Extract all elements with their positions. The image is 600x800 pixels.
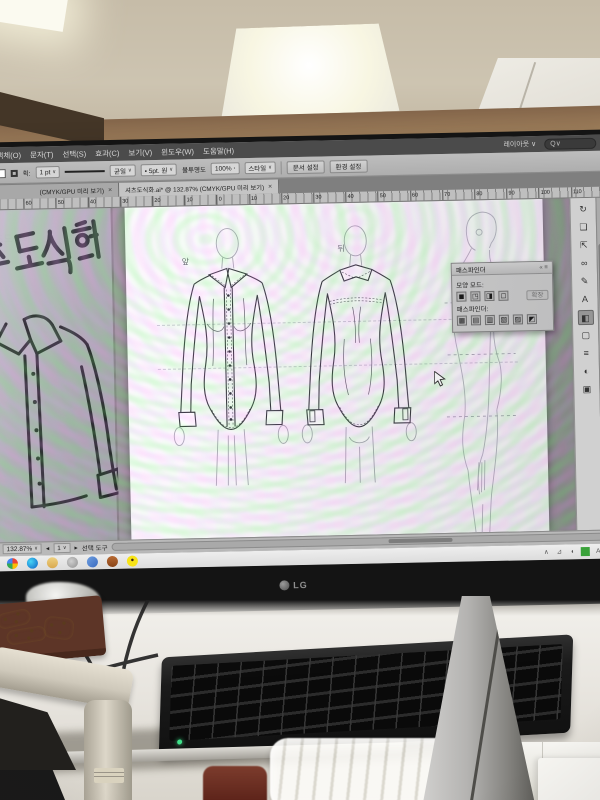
desk-lamp-column — [84, 700, 132, 800]
lg-logo: LG — [279, 580, 308, 591]
white-box — [538, 758, 600, 800]
menu-object[interactable]: 객체(O) — [0, 149, 21, 161]
back-flat-drawing — [295, 220, 421, 487]
cookie — [43, 615, 75, 640]
photo-of-monitor-scene: 객체(O) 문자(T) 선택(S) 효과(C) 보기(V) 윈도우(W) 도움말(H) 레이… — [0, 0, 600, 800]
pathfinder-panel-title: 패스파인더 — [456, 264, 486, 275]
intersect-button[interactable]: ◨ — [484, 291, 494, 301]
lg-logo-text: LG — [293, 580, 308, 590]
hand-drawn-shirt-sketch — [0, 294, 119, 516]
opacity-label: 불투명도 — [182, 164, 206, 174]
kakaotalk-icon[interactable]: ● — [127, 555, 138, 566]
front-view-label: 앞 — [182, 256, 190, 267]
artboard-nav-next-icon[interactable]: ▸ — [74, 544, 77, 552]
red-box — [203, 766, 267, 800]
illustrator-window: 객체(O) 문자(T) 선택(S) 효과(C) 보기(V) 윈도우(W) 도움말(H) 레이… — [0, 135, 600, 572]
properties-panel-icon[interactable]: ↻ — [575, 202, 591, 217]
width-profile-select[interactable]: 균일∨ — [110, 164, 136, 177]
variable-width-preview — [65, 170, 105, 173]
export-panel-icon[interactable]: ⇱ — [576, 238, 592, 253]
menu-view[interactable]: 보기(V) — [128, 147, 152, 158]
chrome-icon[interactable] — [7, 558, 18, 569]
dock-icons: ↻ ❏ ⇱ ∞ ✎ A ◧ ▢ ≡ ◐ ▣ — [575, 202, 595, 397]
menu-help[interactable]: 도움말(H) — [203, 145, 234, 157]
tray-ime-icon[interactable]: A — [594, 547, 600, 556]
pathfinder-panel: 패스파인더 « ≡ 모양 모드: ◼ ◳ ◨ ◻ 확장 패스파인더: ▦ ▤ ▥ ▧ ▨ ◩ — [451, 261, 554, 333]
folder-icon[interactable] — [47, 557, 58, 568]
desk — [0, 600, 600, 800]
cookie — [5, 625, 47, 646]
artboard-nav-field[interactable]: 1∨ — [53, 543, 71, 553]
preferences-button[interactable]: 환경 설정 — [329, 159, 367, 173]
menu-select[interactable]: 선택(S) — [62, 148, 86, 159]
settings-icon[interactable] — [67, 557, 78, 568]
brushes-panel-icon[interactable]: ✎ — [576, 274, 592, 289]
tray-network-icon[interactable]: ⊿ — [555, 548, 564, 557]
zoom-field[interactable]: 132.87%∨ — [3, 543, 43, 554]
placed-sketch-image: 츠도식화 — [0, 208, 119, 542]
exclude-button[interactable]: ◻ — [498, 291, 508, 301]
menu-effect[interactable]: 효과(C) — [95, 147, 119, 159]
minus-back-button[interactable]: ◩ — [527, 314, 537, 324]
canvas[interactable]: 츠도식화 — [0, 198, 576, 542]
artboard: 앞 뒤 — [124, 199, 549, 540]
lamp-label-sticker — [94, 768, 124, 783]
mouse-cursor — [434, 371, 446, 387]
ceiling-light-corner — [0, 0, 68, 32]
ceiling — [0, 0, 600, 152]
photos-icon[interactable] — [87, 556, 98, 567]
close-icon[interactable]: × — [268, 183, 272, 190]
hwp-icon[interactable] — [107, 556, 118, 567]
close-icon[interactable]: × — [108, 186, 112, 193]
panel-menu-icon[interactable]: « ≡ — [539, 264, 548, 270]
artboard-nav-prev-icon[interactable]: ◂ — [46, 544, 49, 552]
swatches-panel-icon[interactable]: ▣ — [579, 382, 595, 397]
ceiling-light-panel — [219, 23, 400, 117]
back-view-label: 뒤 — [337, 243, 345, 254]
menu-window[interactable]: 윈도우(W) — [161, 146, 194, 158]
minus-front-button[interactable]: ◳ — [470, 291, 480, 301]
keyboard-led — [177, 739, 182, 744]
document-setup-button[interactable]: 문서 설정 — [287, 160, 325, 174]
trim-button[interactable]: ▤ — [471, 315, 481, 325]
search-icon: Q∨ — [550, 140, 561, 148]
opacity-field[interactable]: 100%› — [211, 162, 240, 175]
lg-monitor: 객체(O) 문자(T) 선택(S) 효과(C) 보기(V) 윈도우(W) 도움말(H) 레이… — [0, 130, 600, 617]
lg-logo-icon — [279, 580, 289, 590]
workspace-switcher[interactable]: 레이아웃 ∨ — [503, 139, 536, 150]
pathfinder-panel-icon[interactable]: ◧ — [577, 310, 593, 325]
artboards-panel-icon[interactable]: ▢ — [578, 328, 594, 343]
menu-type[interactable]: 문자(T) — [30, 149, 54, 160]
tray-messenger-icon[interactable] — [581, 547, 590, 556]
color-panel-icon[interactable]: ◐ — [578, 364, 594, 379]
character-panel-icon[interactable]: A — [577, 292, 593, 307]
stroke-color-chip[interactable] — [11, 169, 18, 176]
brush-select[interactable]: • 5pt. 원∨ — [141, 164, 178, 177]
links-panel-icon[interactable]: ∞ — [576, 256, 592, 271]
taskbar-app-icons: ● — [7, 555, 138, 569]
current-tool-label: 선택 도구 — [82, 542, 108, 553]
outline-button[interactable]: ▨ — [513, 314, 523, 324]
shape-mode-buttons: ◼ ◳ ◨ ◻ — [456, 291, 508, 302]
edge-icon[interactable] — [27, 558, 38, 569]
taskbar-tray-icons: ∧ ⊿ ◖ A — [542, 547, 600, 557]
crop-button[interactable]: ▧ — [499, 315, 509, 325]
libraries-panel-icon[interactable]: ❏ — [575, 220, 591, 235]
handwritten-caption: 츠도식화 — [0, 230, 31, 246]
style-select[interactable]: 스타일∨ — [244, 161, 276, 174]
pathfinder-label: 패스파인더: — [457, 302, 549, 314]
stroke-label: 획: — [23, 168, 31, 178]
tray-volume-icon[interactable]: ◖ — [568, 547, 577, 556]
shape-modes-label: 모양 모드: — [456, 278, 548, 290]
unite-button[interactable]: ◼ — [456, 292, 466, 302]
fill-color-chip[interactable] — [0, 169, 6, 178]
expand-button[interactable]: 확장 — [526, 290, 548, 300]
layers-panel-icon[interactable]: ≡ — [578, 346, 594, 361]
stock-search-input[interactable]: Q∨ — [544, 137, 596, 149]
tray-caret-icon[interactable]: ∧ — [542, 548, 551, 557]
merge-button[interactable]: ▥ — [485, 315, 495, 325]
pathfinder-buttons: ▦ ▤ ▥ ▧ ▨ ◩ — [457, 314, 537, 326]
stroke-weight-field[interactable]: 1 pt∨ — [35, 166, 60, 179]
divide-button[interactable]: ▦ — [457, 316, 467, 326]
